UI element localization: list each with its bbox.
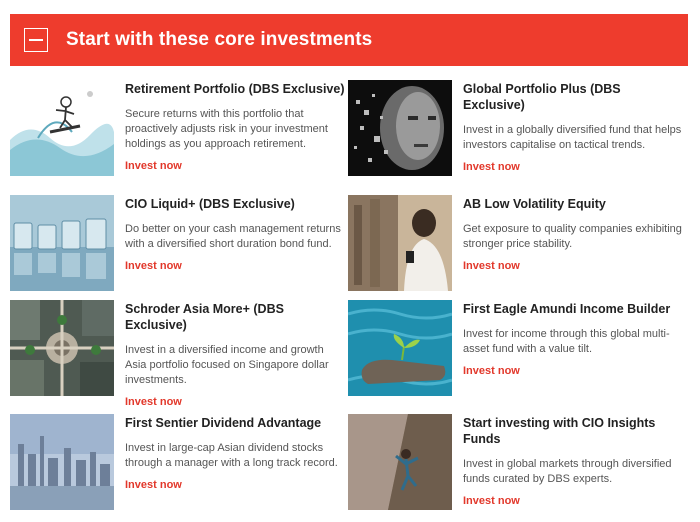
- collapse-icon[interactable]: [24, 28, 48, 52]
- card-description: Do better on your cash management return…: [125, 223, 341, 250]
- card-description: Invest in global markets through diversi…: [463, 458, 672, 485]
- card-description: Invest for income through this global mu…: [463, 328, 670, 355]
- invest-now-link[interactable]: Invest now: [463, 161, 683, 173]
- card-description: Invest in large-cap Asian dividend stock…: [125, 442, 338, 469]
- card-description: Invest in a globally diversified fund th…: [463, 124, 682, 151]
- investment-card-first-eagle-amundi: First Eagle Amundi Income Builder Invest…: [348, 300, 688, 400]
- section-header: Start with these core investments: [10, 14, 688, 66]
- card-description: Secure returns with this portfolio that …: [125, 108, 328, 150]
- investment-card-cio-insights-funds: Start investing with CIO Insights Funds …: [348, 414, 688, 514]
- card-title: Start investing with CIO Insights Funds: [463, 416, 656, 446]
- investment-card-retirement-portfolio: Retirement Portfolio (DBS Exclusive) Sec…: [10, 80, 350, 180]
- water-glasses-image: [10, 195, 114, 291]
- card-title: Retirement Portfolio (DBS Exclusive): [125, 82, 345, 96]
- aerial-city-image: [10, 300, 114, 396]
- pixel-face-image: [348, 80, 452, 176]
- invest-now-link[interactable]: Invest now: [125, 479, 345, 491]
- invest-now-link[interactable]: Invest now: [463, 495, 683, 507]
- investment-card-global-portfolio-plus: Global Portfolio Plus (DBS Exclusive) In…: [348, 80, 688, 180]
- surfer-illustration-image: [10, 80, 114, 176]
- invest-now-link[interactable]: Invest now: [125, 396, 345, 408]
- card-title: Schroder Asia More+ (DBS Exclusive): [125, 302, 284, 332]
- rock-climber-image: [348, 414, 452, 510]
- woman-with-phone-image: [348, 195, 452, 291]
- sprout-in-water-image: [348, 300, 452, 396]
- card-title: CIO Liquid+ (DBS Exclusive): [125, 197, 295, 211]
- investment-card-cio-liquid: CIO Liquid+ (DBS Exclusive) Do better on…: [10, 195, 350, 295]
- card-description: Get exposure to quality companies exhibi…: [463, 223, 682, 250]
- card-title: Global Portfolio Plus (DBS Exclusive): [463, 82, 621, 112]
- invest-now-link[interactable]: Invest now: [463, 365, 683, 377]
- card-description: Invest in a diversified income and growt…: [125, 344, 329, 386]
- card-title: First Eagle Amundi Income Builder: [463, 302, 671, 316]
- invest-now-link[interactable]: Invest now: [463, 260, 683, 272]
- card-title: AB Low Volatility Equity: [463, 197, 606, 211]
- section-title: Start with these core investments: [66, 29, 373, 50]
- card-title: First Sentier Dividend Advantage: [125, 416, 322, 430]
- invest-now-link[interactable]: Invest now: [125, 160, 345, 172]
- city-skyline-image: [10, 414, 114, 510]
- investment-card-ab-low-volatility: AB Low Volatility Equity Get exposure to…: [348, 195, 688, 295]
- investment-card-schroder-asia-more: Schroder Asia More+ (DBS Exclusive) Inve…: [10, 300, 350, 408]
- investment-card-first-sentier-dividend: First Sentier Dividend Advantage Invest …: [10, 414, 350, 514]
- invest-now-link[interactable]: Invest now: [125, 260, 345, 272]
